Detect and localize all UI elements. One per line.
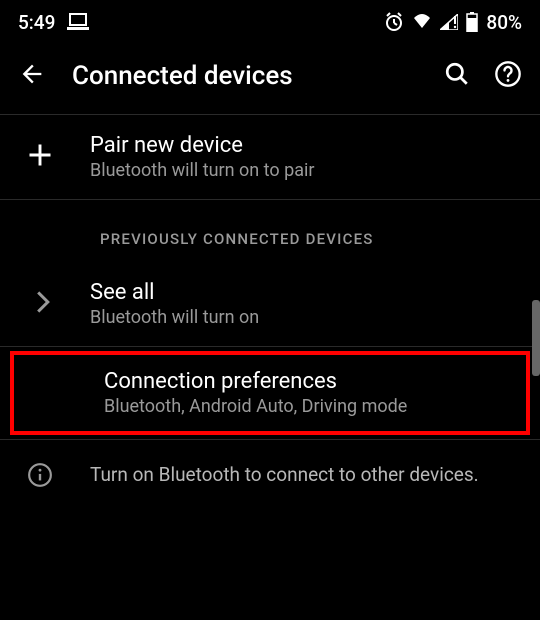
divider (0, 346, 540, 347)
pair-new-device-row[interactable]: Pair new device Bluetooth will turn on t… (0, 115, 540, 199)
see-all-title: See all (90, 280, 518, 305)
battery-icon (466, 12, 478, 32)
bluetooth-info-row: Turn on Bluetooth to connect to other de… (0, 440, 540, 510)
see-all-subtitle: Bluetooth will turn on (90, 307, 518, 328)
signal-icon (440, 14, 458, 30)
status-bar: 5:49 80% (0, 0, 540, 44)
pair-subtitle: Bluetooth will turn on to pair (90, 160, 518, 181)
info-icon (27, 462, 53, 492)
see-all-row[interactable]: See all Bluetooth will turn on (0, 262, 540, 346)
back-icon[interactable] (18, 60, 46, 92)
help-icon[interactable] (494, 60, 522, 92)
alarm-icon (384, 12, 404, 32)
laptop-icon (67, 13, 89, 31)
section-previously-connected: PREVIOUSLY CONNECTED DEVICES (0, 200, 540, 262)
info-text: Turn on Bluetooth to connect to other de… (90, 462, 479, 489)
connection-preferences-row[interactable]: Connection preferences Bluetooth, Androi… (10, 351, 530, 435)
scrollbar[interactable] (532, 300, 540, 376)
page-title: Connected devices (72, 61, 418, 91)
app-header: Connected devices (0, 44, 540, 114)
search-icon[interactable] (444, 61, 470, 91)
battery-percent: 80% (486, 11, 522, 34)
pair-title: Pair new device (90, 133, 518, 158)
wifi-icon (412, 14, 432, 30)
chevron-right-icon (35, 290, 51, 318)
connection-prefs-subtitle: Bluetooth, Android Auto, Driving mode (104, 396, 514, 417)
connection-prefs-title: Connection preferences (104, 369, 514, 394)
status-time: 5:49 (18, 11, 55, 34)
plus-icon (26, 141, 54, 173)
